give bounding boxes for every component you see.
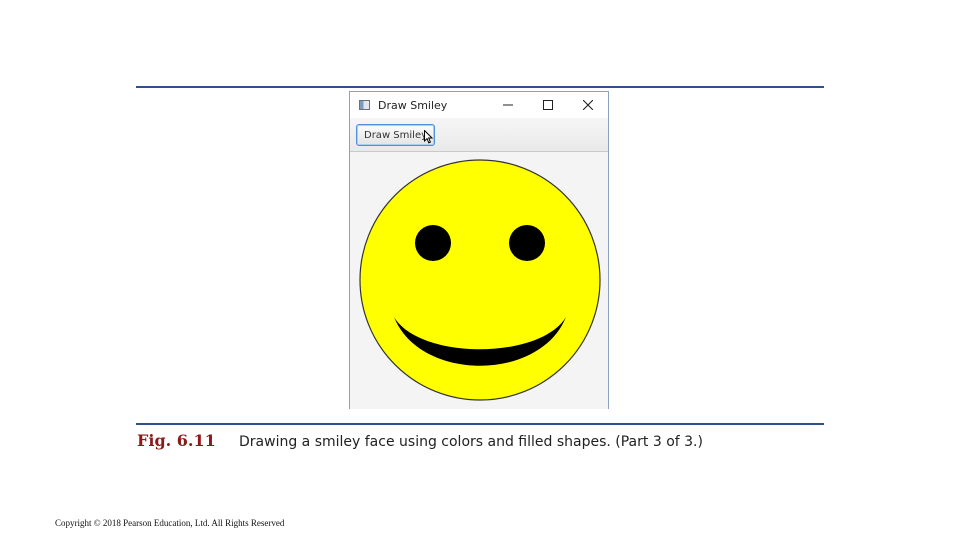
figure-label: Fig. 6.11 xyxy=(137,431,216,450)
drawing-canvas xyxy=(350,152,608,409)
right-eye xyxy=(509,225,545,261)
maximize-button[interactable] xyxy=(528,92,568,118)
toolbar: Draw Smiley xyxy=(350,118,608,152)
figure-caption: Fig. 6.11 Drawing a smiley face using co… xyxy=(137,431,703,455)
bottom-rule xyxy=(136,423,824,425)
window-controls xyxy=(488,92,608,118)
caption-text: Drawing a smiley face using colors and f… xyxy=(239,434,703,450)
app-window: Draw Smiley Draw Smiley xyxy=(349,91,609,409)
title-bar[interactable]: Draw Smiley xyxy=(350,92,608,118)
app-icon xyxy=(359,100,370,110)
mouse-cursor-icon xyxy=(424,130,434,144)
minimize-button[interactable] xyxy=(488,92,528,118)
close-button[interactable] xyxy=(568,92,608,118)
minimize-icon xyxy=(503,104,513,106)
maximize-icon xyxy=(543,100,553,110)
left-eye xyxy=(415,225,451,261)
top-rule xyxy=(136,86,824,88)
window-title: Draw Smiley xyxy=(378,98,448,112)
copyright-notice: Copyright © 2018 Pearson Education, Ltd.… xyxy=(55,518,285,528)
close-icon xyxy=(583,100,593,110)
